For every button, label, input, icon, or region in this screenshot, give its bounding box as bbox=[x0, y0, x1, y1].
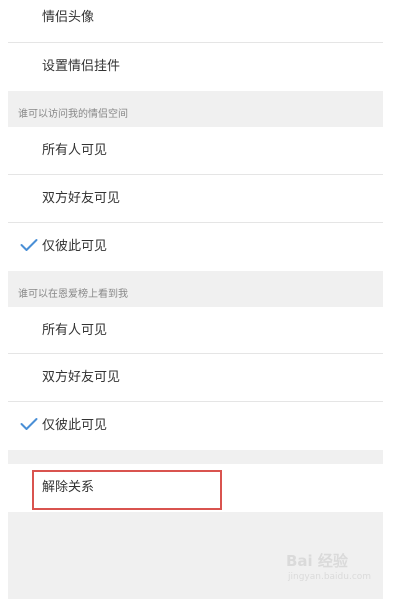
ranking-option-only-us[interactable]: 仅彼此可见 bbox=[8, 402, 383, 450]
space-access-option-label: 仅彼此可见 bbox=[42, 239, 108, 254]
section-spacer bbox=[8, 450, 383, 464]
watermark-logo-text: Bai 经验 bbox=[286, 552, 348, 570]
watermark-url-text: jingyan.baidu.com bbox=[288, 572, 372, 582]
ranking-option-label: 所有人可见 bbox=[42, 323, 108, 338]
couple-avatar-row[interactable]: 情侣头像 bbox=[8, 0, 383, 42]
checkmark-icon bbox=[20, 239, 38, 251]
ranking-option-mutual-friends[interactable]: 双方好友可见 bbox=[8, 354, 383, 402]
ranking-visibility-header-text: 谁可以在恩爱榜上看到我 bbox=[18, 289, 128, 300]
space-access-option-everyone[interactable]: 所有人可见 bbox=[8, 127, 383, 175]
ranking-option-everyone[interactable]: 所有人可见 bbox=[8, 307, 383, 355]
space-access-option-mutual-friends[interactable]: 双方好友可见 bbox=[8, 175, 383, 223]
checkmark-icon bbox=[20, 418, 38, 430]
couple-avatar-label: 情侣头像 bbox=[42, 10, 95, 25]
couple-settings-screen: 情侣头像 设置情侣挂件 谁可以访问我的情侣空间 所有人可见 双方好友可见 仅彼此… bbox=[0, 0, 401, 599]
space-access-header-text: 谁可以访问我的情侣空间 bbox=[18, 109, 128, 120]
baidu-jingyan-watermark: Bai 经验 jingyan.baidu.com bbox=[282, 546, 378, 592]
space-access-option-label: 所有人可见 bbox=[42, 143, 108, 158]
ranking-option-label: 双方好友可见 bbox=[42, 370, 121, 385]
highlight-annotation-box bbox=[32, 470, 222, 510]
ranking-visibility-section-header: 谁可以在恩爱榜上看到我 bbox=[8, 271, 383, 307]
space-access-option-label: 双方好友可见 bbox=[42, 191, 121, 206]
couple-pendant-label: 设置情侣挂件 bbox=[42, 59, 121, 74]
couple-pendant-row[interactable]: 设置情侣挂件 bbox=[8, 43, 383, 91]
space-access-option-only-us[interactable]: 仅彼此可见 bbox=[8, 223, 383, 271]
ranking-option-label: 仅彼此可见 bbox=[42, 418, 108, 433]
space-access-section-header: 谁可以访问我的情侣空间 bbox=[8, 91, 383, 127]
